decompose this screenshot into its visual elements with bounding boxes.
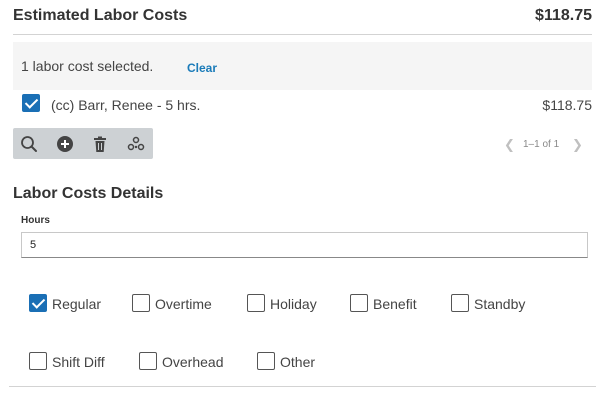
trash-icon[interactable] [89,133,111,155]
selection-count-text: 1 labor cost selected. [21,58,154,74]
regular-checkbox[interactable] [29,294,47,312]
overtime-checkbox[interactable] [132,294,150,312]
total-amount: $118.75 [535,7,592,24]
labor-toolbar [13,128,153,159]
labor-item-checkbox[interactable] [22,94,40,112]
option-label: Other [280,354,316,370]
option-label: Benefit [373,296,417,312]
option-label: Regular [52,296,102,312]
option-label: Shift Diff [52,354,105,370]
option-label: Holiday [270,296,317,312]
section-title: Estimated Labor Costs [13,7,188,24]
chevron-left-icon[interactable]: ❮ [504,137,515,153]
labor-item-amount: $118.75 [542,97,592,113]
option-label: Overhead [162,354,224,370]
labor-costs-header: Estimated Labor Costs $118.75 [13,0,592,35]
holiday-checkbox[interactable] [247,294,265,312]
clear-selection-link[interactable]: Clear [187,61,217,75]
details-title: Labor Costs Details [13,185,164,202]
hours-input[interactable] [21,232,588,258]
hours-label: Hours [21,215,50,226]
labor-item-label: (cc) Barr, Renee - 5 hrs. [51,97,201,113]
add-circle-icon[interactable] [54,133,76,155]
divider [9,386,596,387]
shift-diff-checkbox[interactable] [29,352,47,370]
group-icon[interactable] [125,133,147,155]
benefit-checkbox[interactable] [350,294,368,312]
pagination: ❮ 1–1 of 1 ❯ [500,137,585,153]
selection-bar: 1 labor cost selected. Clear [13,42,592,90]
standby-checkbox[interactable] [451,294,469,312]
labor-item-row[interactable]: (cc) Barr, Renee - 5 hrs. $118.75 [13,91,592,117]
option-label: Overtime [155,296,212,312]
other-checkbox[interactable] [257,352,275,370]
chevron-right-icon[interactable]: ❯ [572,137,583,153]
option-label: Standby [474,296,526,312]
search-icon[interactable] [18,133,40,155]
page-count: 1–1 of 1 [523,139,560,150]
overhead-checkbox[interactable] [139,352,157,370]
